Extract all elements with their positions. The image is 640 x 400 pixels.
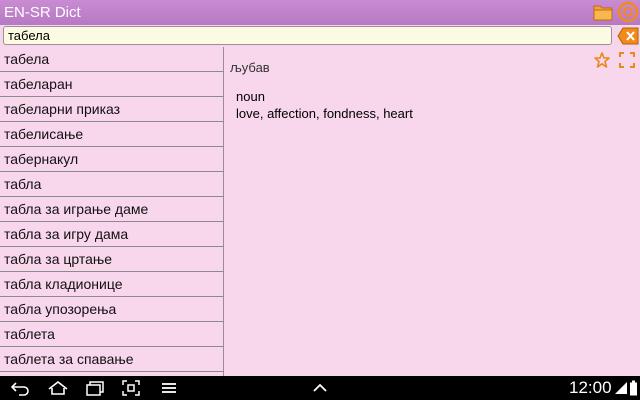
title-bar: EN-SR Dict (0, 0, 640, 25)
chevron-up-icon[interactable] (311, 380, 329, 396)
list-item[interactable]: табла (0, 172, 224, 197)
list-item[interactable]: табла за игру дама (0, 222, 224, 247)
app-window: EN-SR Dict табела табела табеларан табел… (0, 0, 640, 376)
list-item[interactable]: табелисање (0, 122, 224, 147)
list-item[interactable]: табла кладионице (0, 272, 224, 297)
star-icon[interactable] (594, 52, 610, 68)
clock: 12:00 (569, 378, 612, 397)
folder-icon[interactable] (592, 2, 614, 22)
search-bar (0, 25, 640, 47)
definition-panel: љубав noun love, affection, fondness, he… (224, 47, 640, 376)
list-item[interactable]: табеларни приказ (0, 97, 224, 122)
headword: љубав (230, 60, 270, 75)
wifi-icon (614, 380, 628, 396)
expand-icon[interactable] (619, 52, 635, 68)
screenshot-icon[interactable] (122, 380, 140, 396)
word-list[interactable]: табела табеларан табеларни приказ табели… (0, 47, 224, 376)
list-item[interactable]: таблета за спавање (0, 347, 224, 372)
definition-text: love, affection, fondness, heart (236, 106, 413, 121)
battery-icon (629, 380, 638, 396)
system-nav-bar: 12:00 (0, 376, 640, 400)
clear-icon[interactable] (617, 27, 639, 45)
home-icon[interactable] (47, 380, 69, 396)
list-item[interactable]: таблета (0, 322, 224, 347)
app-title: EN-SR Dict (4, 4, 81, 21)
list-item[interactable]: табернакул (0, 147, 224, 172)
search-input[interactable] (3, 26, 612, 45)
part-of-speech: noun (236, 89, 265, 104)
list-item[interactable]: табла за играње даме (0, 197, 224, 222)
list-item[interactable]: табеларан (0, 72, 224, 97)
settings-icon[interactable] (617, 1, 639, 23)
list-item[interactable]: табла за цртање (0, 247, 224, 272)
recent-apps-icon[interactable] (85, 380, 105, 396)
back-icon[interactable] (10, 380, 30, 396)
list-item[interactable]: табела (0, 47, 224, 72)
menu-icon[interactable] (161, 380, 177, 396)
list-item[interactable]: табла упозорења (0, 297, 224, 322)
